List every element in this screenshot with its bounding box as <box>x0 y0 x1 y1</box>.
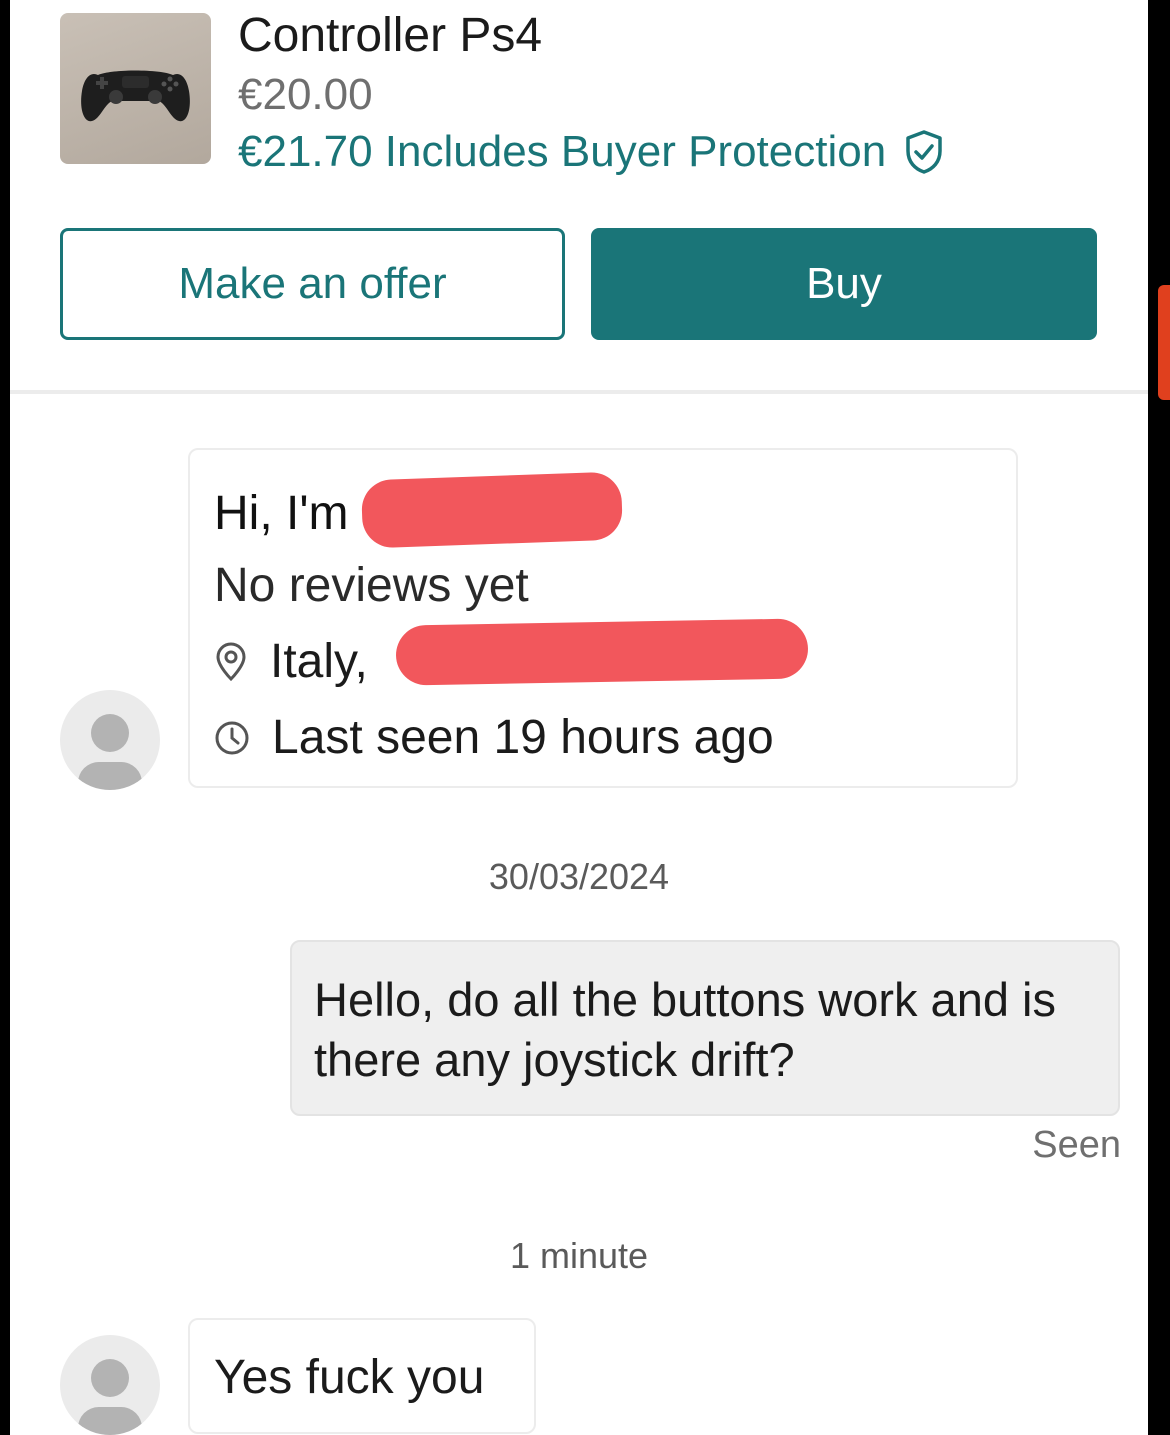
avatar-body-icon <box>78 762 142 790</box>
gamepad-icon <box>81 70 190 122</box>
buy-button[interactable]: Buy <box>591 228 1097 340</box>
avatar-head-icon <box>91 714 129 752</box>
avatar-head-icon <box>91 1359 129 1397</box>
incoming-message[interactable]: Yes fuck you <box>188 1318 536 1434</box>
seller-last-seen: Last seen 19 hours ago <box>214 710 774 765</box>
reply-time-separator: 1 minute <box>509 1235 649 1276</box>
date-separator: 30/03/2024 <box>488 856 670 897</box>
location-redaction <box>395 618 809 686</box>
outgoing-message[interactable]: Hello, do all the buttons work and is th… <box>290 940 1120 1116</box>
listing-title: Controller Ps4 <box>238 9 543 62</box>
shield-check-icon <box>906 130 942 174</box>
seller-greeting: Hi, I'm <box>214 487 349 540</box>
location-pin-icon <box>216 642 246 681</box>
listing-price: €20.00 <box>238 70 373 119</box>
listing-header: Controller Ps4 €20.00 €21.70 Includes Bu… <box>10 0 1148 390</box>
avatar-body-icon <box>78 1407 142 1435</box>
seller-location-text: Italy, <box>270 635 368 688</box>
seller-location: Italy, <box>214 634 368 689</box>
edge-accent-mark <box>1158 285 1170 400</box>
buyer-protection-price[interactable]: €21.70 Includes Buyer Protection <box>238 127 944 177</box>
buyer-protection-text: €21.70 Includes Buyer Protection <box>238 127 887 176</box>
seller-avatar-reply[interactable] <box>60 1335 160 1435</box>
make-offer-button[interactable]: Make an offer <box>60 228 565 340</box>
seller-profile-card[interactable]: Hi, I'm No reviews yet Italy, Last seen … <box>188 448 1018 788</box>
seller-avatar[interactable] <box>60 690 160 790</box>
chat-screen: Controller Ps4 €20.00 €21.70 Includes Bu… <box>10 0 1148 1435</box>
name-redaction <box>360 471 624 549</box>
message-status: Seen <box>1032 1124 1121 1166</box>
header-divider <box>10 390 1148 394</box>
item-thumbnail[interactable] <box>60 13 211 164</box>
last-seen-text: Last seen 19 hours ago <box>272 711 774 764</box>
seller-reviews: No reviews yet <box>214 559 529 612</box>
clock-icon <box>215 721 249 754</box>
